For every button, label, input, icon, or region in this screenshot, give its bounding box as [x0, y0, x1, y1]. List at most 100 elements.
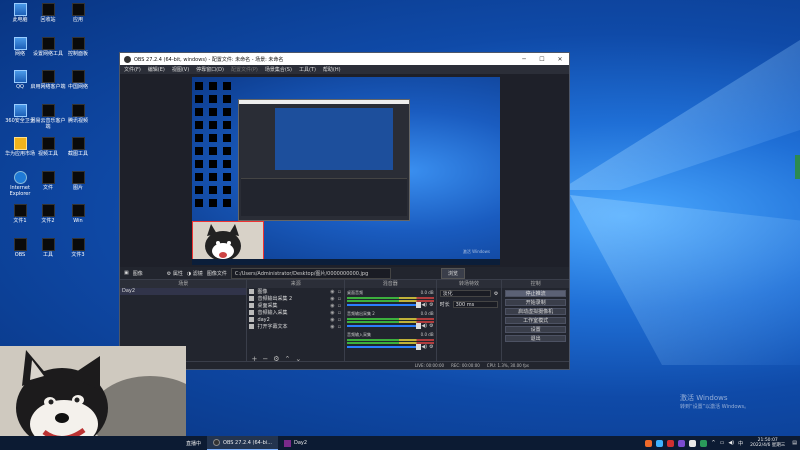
transition-select[interactable]: 淡化 — [439, 290, 491, 297]
lock-icon[interactable]: ▫ — [338, 310, 341, 316]
taskbar-item-live[interactable]: 直播中 — [180, 436, 207, 450]
minimize-icon[interactable]: ─ — [515, 56, 533, 63]
virtual-camera-button[interactable]: 启动虚拟摄像机 — [505, 308, 566, 315]
filters-button[interactable]: ◑ 滤镜 — [187, 270, 203, 277]
desktop-icon[interactable]: Win — [60, 204, 96, 224]
source-item[interactable]: 音频输入采集 ◉ ▫ — [247, 309, 344, 316]
activation-subtitle: 转到“设置”以激活 Windows。 — [680, 404, 750, 410]
duration-field[interactable]: 300 ms — [452, 301, 499, 308]
side-app-strip[interactable] — [795, 155, 800, 179]
gear-icon[interactable]: ⚙ — [429, 302, 433, 308]
menu-view[interactable]: 视图(V) — [172, 66, 189, 73]
rec-timer: REC: 00:00:00 — [451, 363, 480, 368]
notification-icon[interactable]: ▤ — [792, 440, 797, 446]
lock-icon[interactable]: ▫ — [338, 303, 341, 309]
ime-icon[interactable]: 中 — [738, 440, 743, 447]
obs-window[interactable]: OBS 27.2.4 (64-bit, windows) - 配置文件: 未命名… — [119, 52, 570, 370]
preview-desktop-icon — [195, 160, 203, 168]
taskbar-obs-label: OBS 27.2.4 (64-bi... — [223, 439, 272, 446]
taskbar-clock[interactable]: 21:50:07 2022/4/6 星期三 — [747, 438, 788, 448]
volume-icon[interactable]: ◀) — [728, 440, 734, 446]
exit-button[interactable]: 退出 — [505, 335, 566, 342]
eye-icon[interactable]: ◉ — [330, 324, 334, 330]
volume-icon[interactable]: ◀) — [421, 344, 427, 350]
lock-icon[interactable]: ▫ — [338, 317, 341, 323]
desktop-icon[interactable]: 控制面板 — [60, 36, 96, 57]
preview-desktop-icon — [223, 160, 231, 168]
desktop-icon-image — [71, 237, 85, 251]
tray-app-icon[interactable] — [645, 439, 653, 447]
tray-app-icon[interactable] — [678, 439, 686, 447]
gear-icon[interactable]: ⚙ — [429, 323, 433, 329]
tray-app-icon[interactable] — [689, 439, 697, 447]
maximize-icon[interactable]: ☐ — [533, 56, 551, 63]
preview-desktop-icon — [195, 134, 203, 142]
stop-streaming-button[interactable]: 停止推流 — [505, 290, 566, 297]
eye-icon[interactable]: ◉ — [330, 310, 334, 316]
browse-button[interactable]: 浏览 — [440, 267, 465, 279]
desktop-icon[interactable]: 中国网络 — [60, 70, 96, 90]
source-item[interactable]: 桌面采集 ◉ ▫ — [247, 302, 344, 309]
preview-desktop-icon — [223, 121, 231, 129]
desktop-icon-image — [13, 103, 27, 117]
eye-icon[interactable]: ◉ — [330, 317, 334, 323]
scene-item[interactable]: Day2 — [120, 288, 247, 295]
transition-settings-icon[interactable]: ⚙ — [494, 291, 498, 297]
tray-app-icon[interactable] — [656, 439, 664, 447]
lock-icon[interactable]: ▫ — [338, 324, 341, 330]
menu-scene-collection[interactable]: 场景集合(S) — [265, 66, 292, 73]
volume-meter — [347, 339, 434, 341]
menu-docks[interactable]: 停靠窗口(D) — [196, 66, 224, 73]
eye-icon[interactable]: ◉ — [330, 296, 334, 302]
eye-icon[interactable]: ◉ — [330, 303, 334, 309]
desktop-icon[interactable]: 应用 — [60, 3, 96, 23]
obs-preview[interactable]: 激活 Windows — [120, 74, 569, 267]
taskbar-item-day2[interactable]: Day2 — [278, 436, 313, 450]
desktop-icon[interactable]: 截图工具 — [60, 137, 96, 157]
desktop-icon-image — [71, 170, 85, 184]
preview-inner-preview — [275, 108, 393, 170]
properties-button[interactable]: ⚙ 属性 — [167, 270, 183, 277]
eye-icon[interactable]: ◉ — [330, 289, 334, 295]
volume-slider[interactable] — [347, 302, 422, 308]
volume-slider[interactable] — [347, 323, 422, 329]
source-item[interactable]: 音频输出采集 2 ◉ ▫ — [247, 295, 344, 302]
volume-icon[interactable]: ◀) — [421, 302, 427, 308]
tray-app-icon[interactable] — [667, 439, 675, 447]
settings-button[interactable]: 设置 — [505, 326, 566, 333]
desktop-icon[interactable]: 腾讯视频 — [60, 103, 96, 124]
menu-help[interactable]: 帮助(H) — [323, 66, 341, 73]
menu-file[interactable]: 文件(F) — [124, 66, 141, 73]
studio-mode-button[interactable]: 工作室模式 — [505, 317, 566, 324]
source-item-label: 桌面采集 — [257, 303, 278, 309]
image-path-field[interactable]: C:/Users/Administrator/Desktop/图片/000000… — [230, 267, 391, 279]
desktop-icon-image — [41, 170, 55, 184]
start-recording-button[interactable]: 开始录制 — [505, 299, 566, 306]
desktop-icon[interactable]: 图片 — [60, 170, 96, 191]
chevron-up-icon[interactable]: ^ — [711, 440, 715, 446]
menu-profile[interactable]: 配置文件(P) — [231, 66, 258, 73]
gear-icon[interactable]: ⚙ — [429, 344, 433, 350]
volume-slider[interactable] — [347, 344, 422, 350]
close-icon[interactable]: ✕ — [551, 56, 569, 63]
desktop-icon[interactable]: 文件3 — [60, 237, 96, 258]
source-item[interactable]: 图像 ◉ ▫ — [247, 288, 344, 295]
menu-edit[interactable]: 编辑(E) — [148, 66, 165, 73]
mixer-channel: 音频输入采集 0.0 dB ◀) ⚙ — [347, 332, 434, 350]
image-file-label: 图像文件 — [206, 270, 227, 277]
tray-app-icon[interactable] — [700, 439, 708, 447]
taskbar-item-obs[interactable]: OBS 27.2.4 (64-bi... — [207, 436, 278, 450]
preview-desktop-icon — [223, 82, 231, 90]
obs-titlebar[interactable]: OBS 27.2.4 (64-bit, windows) - 配置文件: 未命名… — [120, 53, 569, 65]
menu-tools[interactable]: 工具(T) — [299, 66, 316, 73]
lock-icon[interactable]: ▫ — [338, 289, 341, 295]
desktop-icon-image — [13, 70, 27, 83]
network-icon[interactable]: ▭ — [720, 440, 725, 446]
preview-desktop-icon — [195, 108, 203, 116]
desktop-icon-label: 图片 — [72, 184, 83, 191]
source-item[interactable]: 打开字幕文本 ◉ ▫ — [247, 323, 344, 330]
volume-icon[interactable]: ◀) — [421, 323, 427, 329]
source-item[interactable]: day2 ◉ ▫ — [247, 316, 344, 323]
lock-icon[interactable]: ▫ — [338, 296, 341, 302]
controls-header: 控制 — [502, 280, 569, 288]
